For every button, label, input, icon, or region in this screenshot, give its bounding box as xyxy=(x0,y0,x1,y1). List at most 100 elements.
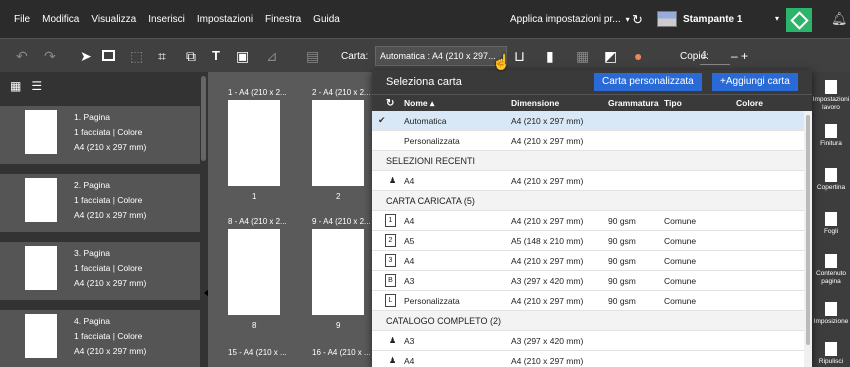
paper-edge-icon[interactable]: ⊔ xyxy=(514,48,525,64)
paper-row[interactable]: ♟ A4 A4 (210 x 297 mm) xyxy=(372,171,804,191)
page-title: 2. Pagina xyxy=(74,180,110,190)
sidebar-item-fogli[interactable]: Fogli xyxy=(812,212,850,236)
paper-name: A5 xyxy=(404,236,415,246)
column-weight[interactable]: Grammatura xyxy=(608,98,659,108)
text-icon[interactable]: T xyxy=(212,48,220,64)
column-size[interactable]: Dimensione xyxy=(511,98,559,108)
view-switcher: ▦ ☰ xyxy=(0,72,208,100)
column-name[interactable]: Nome ▴ xyxy=(404,98,434,109)
page-list-panel: ▦ ☰ 1. Pagina 1 facciata | Colore A4 (21… xyxy=(0,72,208,367)
paper-type: Comune xyxy=(664,236,697,246)
sidebar-item-ripulisci[interactable]: Ripulisci xyxy=(812,342,850,366)
page-list-item[interactable]: 2. Pagina 1 facciata | Colore A4 (210 x … xyxy=(0,174,200,232)
sidebar-item-contenuto-pagina[interactable]: Contenuto pagina xyxy=(812,254,850,286)
paper-list-scrollbar[interactable] xyxy=(804,111,812,367)
bell-icon[interactable]: 🔔︎ xyxy=(831,11,848,27)
column-type[interactable]: Tipo xyxy=(664,98,682,108)
insert-page-icon[interactable]: ⧉ xyxy=(186,48,196,64)
select-area-icon[interactable]: ⬚ xyxy=(130,48,143,64)
page-list-scrollbar[interactable] xyxy=(201,76,206,161)
sidebar-item-impostazioni-lavoro[interactable]: Impostazioni lavoro xyxy=(812,80,850,112)
page-list-item[interactable]: 4. Pagina 1 facciata | Colore A4 (210 x … xyxy=(0,310,200,367)
paper-weight: 90 gsm xyxy=(608,256,636,266)
paper-row[interactable]: ♟ A4 A4 (210 x 297 mm) xyxy=(372,351,804,367)
page-size: A4 (210 x 297 mm) xyxy=(74,346,147,356)
sidebar-item-imposizione[interactable]: Imposizione xyxy=(812,302,850,326)
apply-settings-label: Applica impostazioni pr... xyxy=(510,13,621,25)
column-color[interactable]: Colore xyxy=(736,98,763,108)
copie-input[interactable]: 1 xyxy=(700,47,730,65)
print-button[interactable] xyxy=(786,8,812,32)
grid-page-thumbnail[interactable] xyxy=(228,100,280,186)
grid-view-icon[interactable]: ▦ xyxy=(10,79,21,93)
paper-size: A4 (210 x 297 mm) xyxy=(511,296,584,306)
grid-page-label: 1 - A4 (210 x 2... xyxy=(228,88,287,97)
paper-row[interactable]: Personalizzata A4 (210 x 297 mm) xyxy=(372,131,804,151)
grid-page-thumbnail[interactable] xyxy=(228,229,280,315)
grid-page-label: 15 - A4 (210 x ... xyxy=(228,348,287,357)
paper-row[interactable]: B A3 A3 (297 x 420 mm) 90 gsm Comune xyxy=(372,271,804,291)
pointer-icon[interactable]: ➤ xyxy=(80,48,92,64)
printer-name: Stampante 1 xyxy=(683,13,743,25)
paper-row[interactable]: 1 A4 A4 (210 x 297 mm) 90 gsm Comune xyxy=(372,211,804,231)
rotate-icon[interactable]: ⊿ xyxy=(266,48,278,64)
menu-bar: File Modifica Visualizza Inserisci Impos… xyxy=(0,0,850,38)
apply-settings-dropdown[interactable]: Applica impostazioni pr... ▾ xyxy=(510,0,630,38)
document-icon[interactable]: ▤ xyxy=(306,48,319,64)
color-mode-icon[interactable]: ◩ xyxy=(604,48,617,64)
grid-page-label: 16 - A4 (210 x ... xyxy=(312,348,371,357)
toolbar: ↶ ↷ ➤ ⬚ ⌗ ⧉ T ▣ ⊿ ▤ Carta: Automatica : … xyxy=(0,38,850,72)
staple-icon[interactable]: ▦ xyxy=(576,48,589,64)
grid-page-thumbnail[interactable] xyxy=(312,229,364,315)
printer-selector[interactable]: Stampante 1 xyxy=(657,0,742,38)
paper-row[interactable]: 3 A4 A4 (210 x 297 mm) 90 gsm Comune xyxy=(372,251,804,271)
add-paper-button[interactable]: +Aggiungi carta xyxy=(712,73,798,91)
tray-icon: B xyxy=(385,274,396,287)
page-size: A4 (210 x 297 mm) xyxy=(74,210,147,220)
sidebar-item-label: Impostazioni lavoro xyxy=(812,96,850,111)
paper-row[interactable]: ♟ A3 A3 (297 x 420 mm) xyxy=(372,331,804,351)
redo-icon[interactable]: ↷ xyxy=(44,48,56,64)
image-icon[interactable]: ▣ xyxy=(236,48,249,64)
page-sides: 1 facciata | Colore xyxy=(74,263,143,273)
paper-row[interactable]: ✔ Automatica A4 (210 x 297 mm) xyxy=(372,111,804,131)
sidebar-item-label: Copertina xyxy=(816,184,846,191)
rectangle-icon[interactable] xyxy=(102,50,115,61)
menu-guida[interactable]: Guida xyxy=(313,14,340,25)
scrollbar-thumb[interactable] xyxy=(806,115,810,345)
refresh-icon[interactable]: ↻ xyxy=(632,12,643,28)
menu-impostazioni[interactable]: Impostazioni xyxy=(197,14,253,25)
page-list-item[interactable]: 3. Pagina 1 facciata | Colore A4 (210 x … xyxy=(0,242,200,300)
paper-size: A4 (210 x 297 mm) xyxy=(511,356,584,366)
section-header: CATALOGO COMPLETO (2) xyxy=(372,311,804,331)
menu-visualizza[interactable]: Visualizza xyxy=(91,14,136,25)
sidebar-item-finitura[interactable]: Finitura xyxy=(812,124,850,148)
crop-icon[interactable]: ⌗ xyxy=(158,48,166,64)
menu-file[interactable]: File xyxy=(14,14,30,25)
undo-icon[interactable]: ↶ xyxy=(16,48,28,64)
printer-icon xyxy=(657,11,677,27)
sidebar-item-copertina[interactable]: Copertina xyxy=(812,168,850,192)
user-icon: ♟ xyxy=(389,336,397,345)
grid-page-thumbnail[interactable] xyxy=(312,100,364,186)
color-wheel-icon[interactable]: ● xyxy=(634,48,642,64)
list-view-icon[interactable]: ☰ xyxy=(31,79,42,93)
paper-type: Comune xyxy=(664,216,697,226)
menu-modifica[interactable]: Modifica xyxy=(42,14,79,25)
paper-type: Comune xyxy=(664,296,697,306)
menu-finestra[interactable]: Finestra xyxy=(265,14,301,25)
refresh-icon[interactable]: ↻ xyxy=(386,98,394,109)
chevron-down-icon[interactable]: ▾ xyxy=(775,14,779,23)
page-title: 3. Pagina xyxy=(74,248,110,258)
carta-dropdown[interactable]: Automatica : A4 (210 x 297... xyxy=(375,46,507,66)
grid-page-label: 8 - A4 (210 x 2... xyxy=(228,217,287,226)
custom-paper-button[interactable]: Carta personalizzata xyxy=(594,73,702,91)
menu-inserisci[interactable]: Inserisci xyxy=(148,14,185,25)
paper-tray-icon[interactable]: ▮ xyxy=(546,48,554,64)
finishing-icon xyxy=(825,124,837,138)
page-list-item[interactable]: 1. Pagina 1 facciata | Colore A4 (210 x … xyxy=(0,106,200,164)
copie-stepper[interactable]: ‒ + xyxy=(731,49,748,63)
job-settings-icon xyxy=(825,80,837,94)
paper-row[interactable]: L Personalizzata A4 (210 x 297 mm) 90 gsm Co… xyxy=(372,291,804,311)
paper-row[interactable]: 2 A5 A5 (148 x 210 mm) 90 gsm Comune xyxy=(372,231,804,251)
